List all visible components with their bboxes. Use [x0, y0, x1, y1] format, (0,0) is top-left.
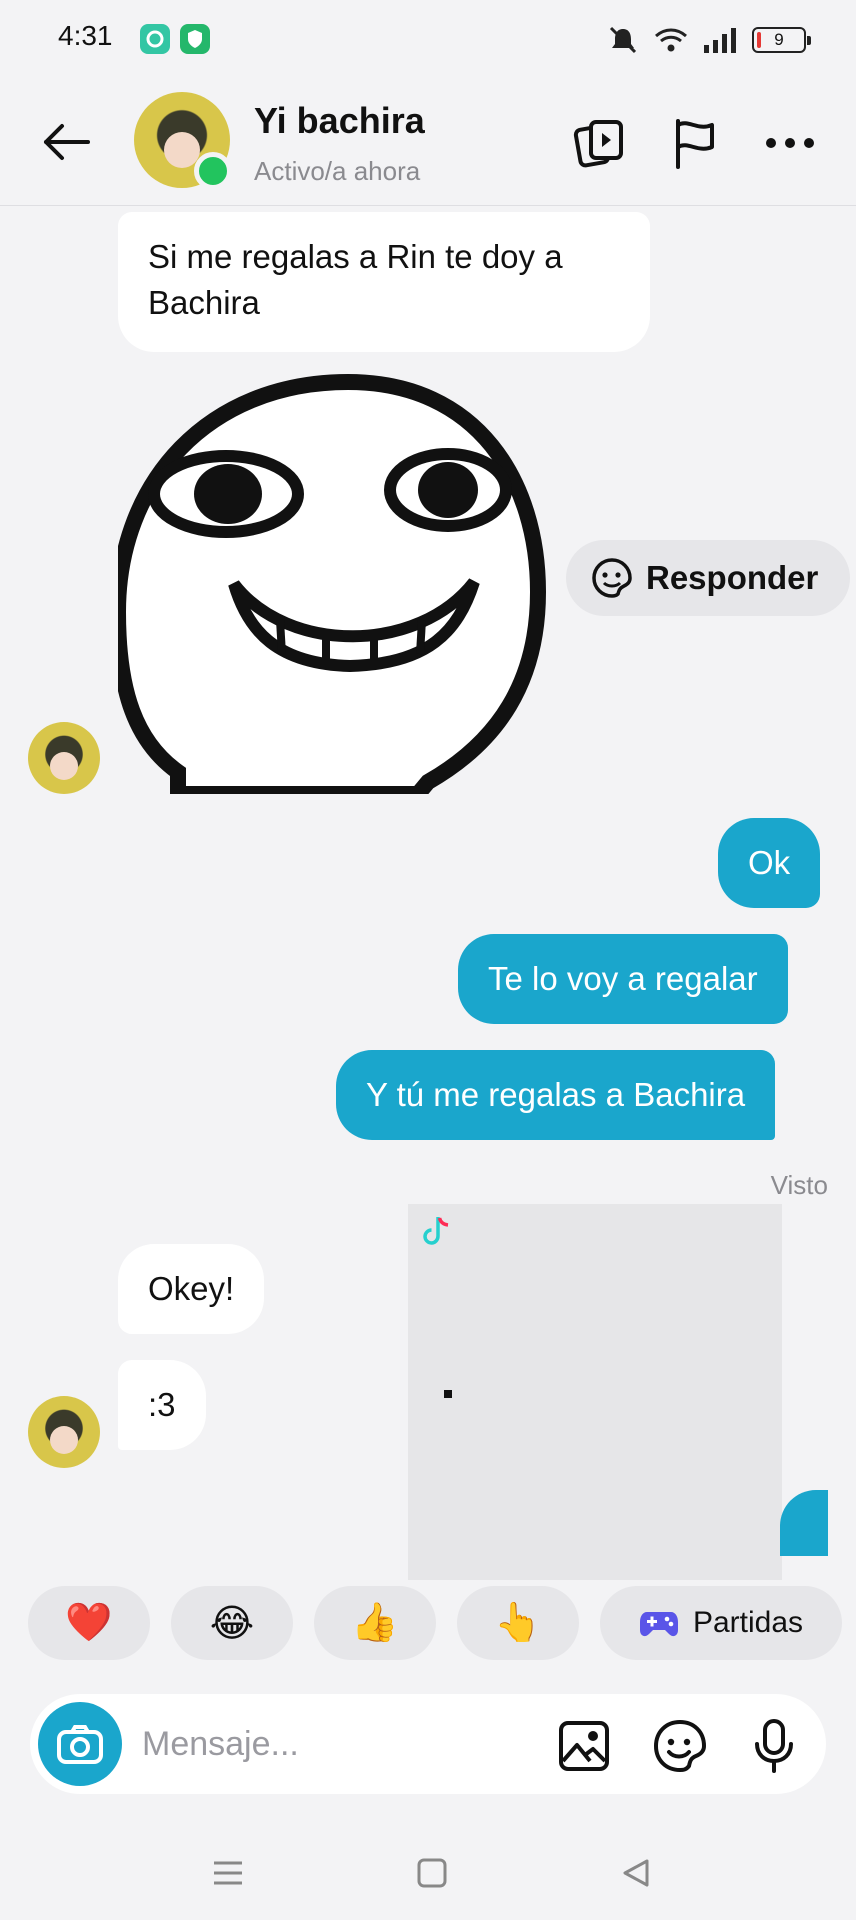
back-button[interactable] [36, 114, 96, 170]
online-indicator [194, 152, 232, 190]
outgoing-message-partial[interactable] [780, 1490, 828, 1556]
message-text: Si me regalas a Rin te doy a [148, 238, 563, 275]
microphone-icon [755, 1719, 793, 1773]
outgoing-message[interactable]: Te lo voy a regalar [458, 934, 788, 1024]
reply-label: Responder [646, 559, 819, 596]
home-nav-button[interactable] [402, 1848, 462, 1898]
reply-button[interactable]: Responder [566, 540, 850, 616]
system-nav-bar [0, 1830, 856, 1920]
video-content [444, 1390, 452, 1398]
gamepad-icon [639, 1612, 678, 1637]
games-button[interactable]: Partidas [600, 1586, 842, 1660]
reaction-heart[interactable]: ❤️ [28, 1586, 150, 1660]
battery-icon: 9 [752, 27, 811, 53]
outgoing-message[interactable]: Ok [718, 818, 821, 908]
more-options-button[interactable] [760, 114, 820, 172]
wifi-icon [655, 28, 687, 52]
reaction-point-up[interactable]: 👆 [457, 1586, 579, 1660]
battery-level: 9 [774, 30, 784, 49]
contact-name[interactable]: Yi bachira [254, 100, 425, 142]
chat-header: Yi bachira Activo/a ahora [0, 78, 856, 206]
message-text: Te lo voy a regalar [488, 960, 758, 997]
video-cards-button[interactable] [570, 114, 630, 172]
message-input[interactable] [142, 1718, 442, 1770]
thumbs-up-emoji: 👍 [351, 1602, 399, 1644]
sticker-smiling-face[interactable] [118, 362, 550, 794]
messenger-icon [140, 24, 170, 54]
quick-reactions: ❤️ 😂 👍 👆 Partidas [0, 1582, 856, 1670]
contact-status: Activo/a ahora [254, 156, 421, 186]
image-icon [559, 1721, 609, 1771]
message-text: Y tú me regalas a Bachira [366, 1076, 746, 1113]
games-label: Partidas [692, 1606, 804, 1639]
seen-label: Visto [770, 1170, 828, 1200]
menu-icon [214, 1861, 242, 1885]
message-text: Bachira [148, 284, 260, 321]
status-time: 4:31 [58, 20, 113, 51]
more-icon [766, 138, 814, 148]
voice-button[interactable] [746, 1718, 802, 1774]
message-text: Okey! [148, 1270, 235, 1307]
video-cards-icon [573, 120, 623, 168]
message-composer [30, 1694, 826, 1794]
message-text: :3 [148, 1386, 176, 1423]
sticker-icon [653, 1719, 707, 1773]
shared-video[interactable] [408, 1204, 782, 1580]
menu-nav-button[interactable] [198, 1848, 258, 1898]
outgoing-message[interactable]: Y tú me regalas a Bachira [336, 1050, 776, 1140]
heart-emoji: ❤️ [65, 1602, 113, 1644]
message-text: Ok [748, 844, 791, 881]
back-nav-button[interactable] [606, 1848, 666, 1898]
sticker-button[interactable] [652, 1718, 708, 1774]
camera-icon [57, 1725, 103, 1764]
back-triangle-icon [623, 1859, 649, 1887]
contact-avatar-small[interactable] [28, 1396, 100, 1468]
point-up-emoji: 👆 [494, 1602, 542, 1644]
mute-icon [609, 26, 637, 54]
signal-icon [704, 28, 736, 53]
incoming-message[interactable]: Okey! [118, 1244, 265, 1334]
reaction-laugh[interactable]: 😂 [171, 1586, 293, 1660]
contact-avatar-small[interactable] [28, 722, 100, 794]
report-button[interactable] [664, 114, 724, 172]
shield-icon [180, 24, 210, 54]
back-arrow-icon [44, 124, 90, 160]
incoming-message[interactable]: :3 [118, 1360, 206, 1450]
home-square-icon [417, 1858, 447, 1888]
tiktok-icon [423, 1217, 449, 1245]
reaction-thumbs-up[interactable]: 👍 [314, 1586, 436, 1660]
laugh-emoji: 😂 [209, 1602, 255, 1645]
sticker-face-icon [592, 558, 632, 598]
gallery-button[interactable] [556, 1718, 612, 1774]
incoming-message[interactable]: Si me regalas a Rin te doy a Bachira [118, 212, 650, 352]
flag-icon [676, 119, 714, 169]
camera-button[interactable] [38, 1702, 122, 1786]
status-bar: 4:31 9 [0, 0, 856, 78]
